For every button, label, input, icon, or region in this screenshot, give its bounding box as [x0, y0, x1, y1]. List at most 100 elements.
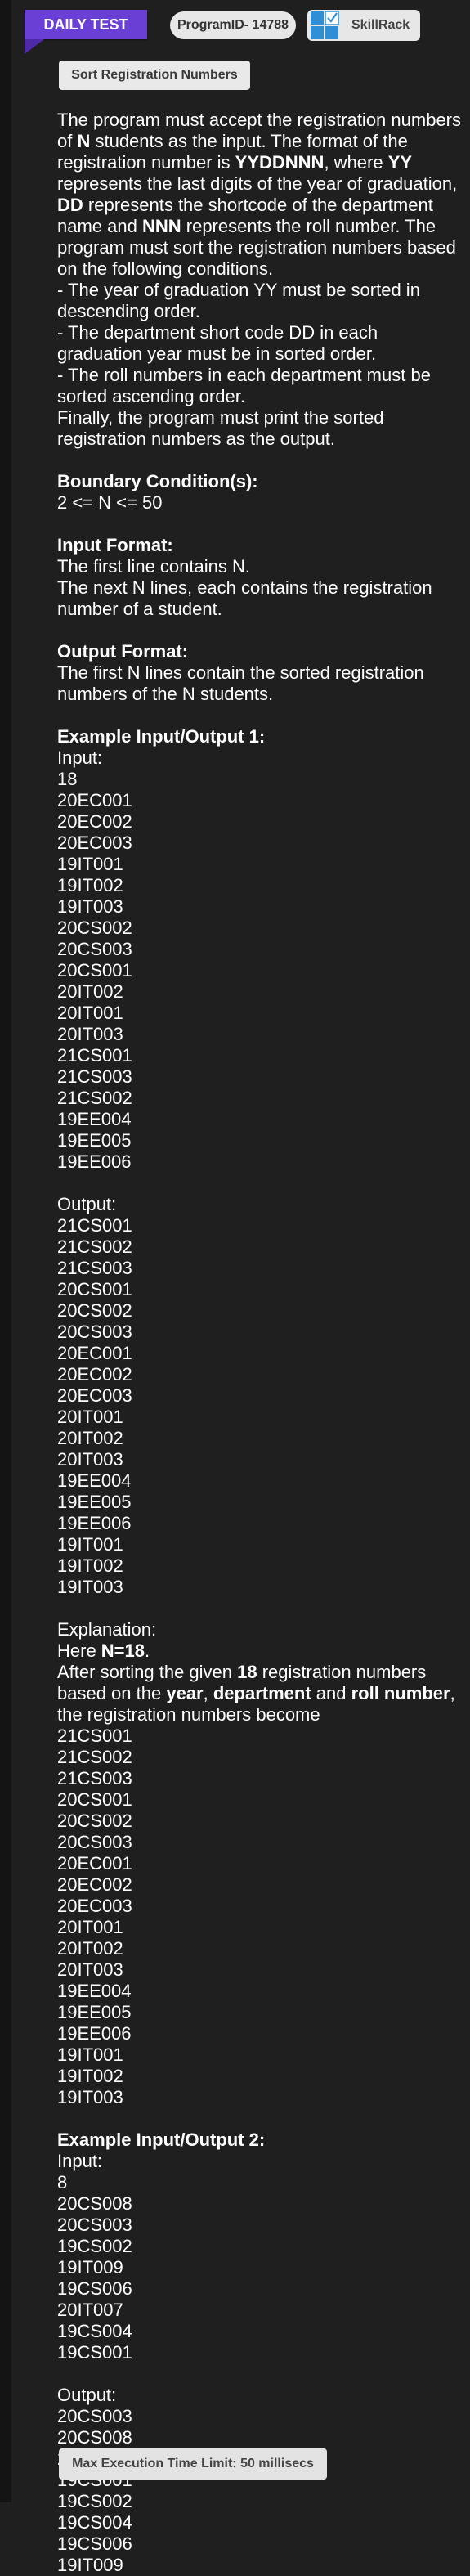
boundary-title: Boundary Condition(s): [57, 471, 258, 491]
example-line: 20EC001 [57, 790, 132, 810]
example-line: 21CS001 [57, 1215, 132, 1236]
example-line: 20EC002 [57, 1364, 132, 1384]
example1-title: Example Input/Output 1: [57, 726, 266, 747]
problem-title: Sort Registration Numbers [59, 61, 250, 90]
example-line: 19CS001 [57, 2342, 132, 2363]
example-line: 19EE006 [57, 1513, 132, 1533]
example-line: 19CS002 [57, 2491, 132, 2511]
example-line: 20EC002 [57, 1874, 132, 1895]
daily-test-tag-fold [25, 39, 44, 54]
example-line: 20IT003 [57, 1449, 123, 1470]
example-line: 19EE006 [57, 2023, 132, 2044]
example2-title: Example Input/Output 2: [57, 2129, 266, 2150]
example-line: 19IT002 [57, 2066, 123, 2086]
example-line: 20CS008 [57, 2193, 132, 2214]
example-line: 19IT001 [57, 2044, 123, 2065]
example-line: 19EE004 [57, 1470, 132, 1491]
example-line: 20IT001 [57, 1917, 123, 1937]
example-line: 19EE004 [57, 1981, 132, 2001]
example-line: 20CS001 [57, 1789, 132, 1810]
example-line: 19EE006 [57, 1151, 132, 1172]
input-format-line: The next N lines, each contains the regi… [57, 577, 432, 619]
example-line: 20IT001 [57, 1407, 123, 1427]
example-line: 20IT003 [57, 1024, 123, 1044]
example-line: 8 [57, 2172, 68, 2192]
example-line: 19IT003 [57, 896, 123, 917]
example2-input-lines: 8 20CS008 20CS003 19CS002 19IT009 19CS006 20IT… [57, 2172, 466, 2363]
example-line: 20EC002 [57, 811, 132, 832]
example-line: 21CS002 [57, 1088, 132, 1108]
example-line: 21CS001 [57, 1045, 132, 1066]
example-line: 20CS003 [57, 1832, 132, 1852]
example-line: 20CS001 [57, 1279, 132, 1299]
example-line: 20EC003 [57, 1385, 132, 1406]
example-line: 20CS008 [57, 2427, 132, 2448]
example-line: 19IT009 [57, 2555, 123, 2575]
description-paragraph: The program must accept the registration… [57, 110, 462, 279]
example-line: 19CS006 [57, 2278, 132, 2299]
example-line: 19IT009 [57, 2257, 123, 2278]
example-line: 19CS004 [57, 2512, 132, 2533]
example-line: 20CS003 [57, 1322, 132, 1342]
explanation-here: Here N=18. [57, 1640, 150, 1661]
example-line: 19CS006 [57, 2533, 132, 2554]
condition-roll: - The roll numbers in each department mu… [57, 365, 431, 406]
example-line: 20CS003 [57, 939, 132, 959]
example-line: 21CS003 [57, 1066, 132, 1087]
example-line: 19IT002 [57, 1555, 123, 1576]
example-line: 20EC001 [57, 1853, 132, 1874]
example-line: 19EE005 [57, 2002, 132, 2022]
example-line: 20IT007 [57, 2300, 123, 2320]
example-line: 20IT002 [57, 1938, 123, 1959]
problem-statement: The program must accept the registration… [57, 110, 466, 2576]
example-line: 18 [57, 769, 78, 789]
output-format-line: The first N lines contain the sorted reg… [57, 662, 424, 704]
time-limit-badge: Max Execution Time Limit: 50 millisecs [59, 2448, 327, 2480]
example-line: 20CS002 [57, 1300, 132, 1321]
example-line: 20CS003 [57, 2406, 132, 2426]
example-line: 19IT001 [57, 1534, 123, 1555]
condition-year: - The year of graduation YY must be sort… [57, 280, 420, 321]
example-line: 19EE005 [57, 1130, 132, 1151]
input-format-title: Input Format: [57, 535, 173, 555]
example-line: 21CS003 [57, 1768, 132, 1788]
example-line: 20CS003 [57, 2215, 132, 2235]
example-line: 20IT003 [57, 1959, 123, 1980]
example-line: 21CS001 [57, 1726, 132, 1746]
example-line: 21CS003 [57, 1258, 132, 1278]
example-line: 20IT001 [57, 1003, 123, 1023]
example-line: 20EC003 [57, 832, 132, 853]
left-edge-strip [0, 0, 11, 2502]
example-line: 19IT002 [57, 875, 123, 895]
explanation-lines: 21CS001 21CS002 21CS003 20CS001 20CS002 20CS0… [57, 1726, 466, 2108]
example-line: 20CS001 [57, 960, 132, 981]
daily-test-tag: DAILY TEST [25, 10, 147, 39]
example2-output-lines: 20CS00320CS00820IT00719CS00119CS00219CS0… [57, 2406, 466, 2576]
example-line: 20IT002 [57, 981, 123, 1002]
example-line: 20CS002 [57, 918, 132, 938]
description-final: Finally, the program must print the sort… [57, 407, 384, 449]
example-line: 20EC003 [57, 1896, 132, 1916]
program-id-badge: ProgramID- 14788 [170, 11, 296, 39]
skillrack-logo-text: SkillRack [351, 18, 410, 32]
condition-department: - The department short code DD in each g… [57, 322, 378, 364]
example-line: 20IT002 [57, 1428, 123, 1448]
input-format-line: The first line contains N. [57, 556, 250, 577]
example1-output-lines: 21CS001 21CS002 21CS003 20CS001 20CS002 20CS0… [57, 1215, 466, 1598]
example-line: 19IT003 [57, 1577, 123, 1597]
example-line: 21CS002 [57, 1747, 132, 1767]
example-line: 19EE004 [57, 1109, 132, 1129]
skillrack-logo-icon [311, 11, 339, 39]
example-line: 19CS004 [57, 2321, 132, 2341]
example-line: 20CS002 [57, 1811, 132, 1831]
example1-output-label: Output: [57, 1194, 117, 1214]
boundary-text: 2 <= N <= 50 [57, 492, 163, 513]
example-line: 19EE005 [57, 1492, 132, 1512]
explanation-text: After sorting the given 18 registration … [57, 1662, 455, 1725]
output-format-title: Output Format: [57, 641, 189, 662]
skillrack-logo[interactable]: SkillRack [307, 10, 420, 41]
example2-input-label: Input: [57, 2151, 103, 2171]
example-line: 19IT001 [57, 854, 123, 874]
example-line: 19CS002 [57, 2236, 132, 2256]
example-line: 21CS002 [57, 1236, 132, 1257]
